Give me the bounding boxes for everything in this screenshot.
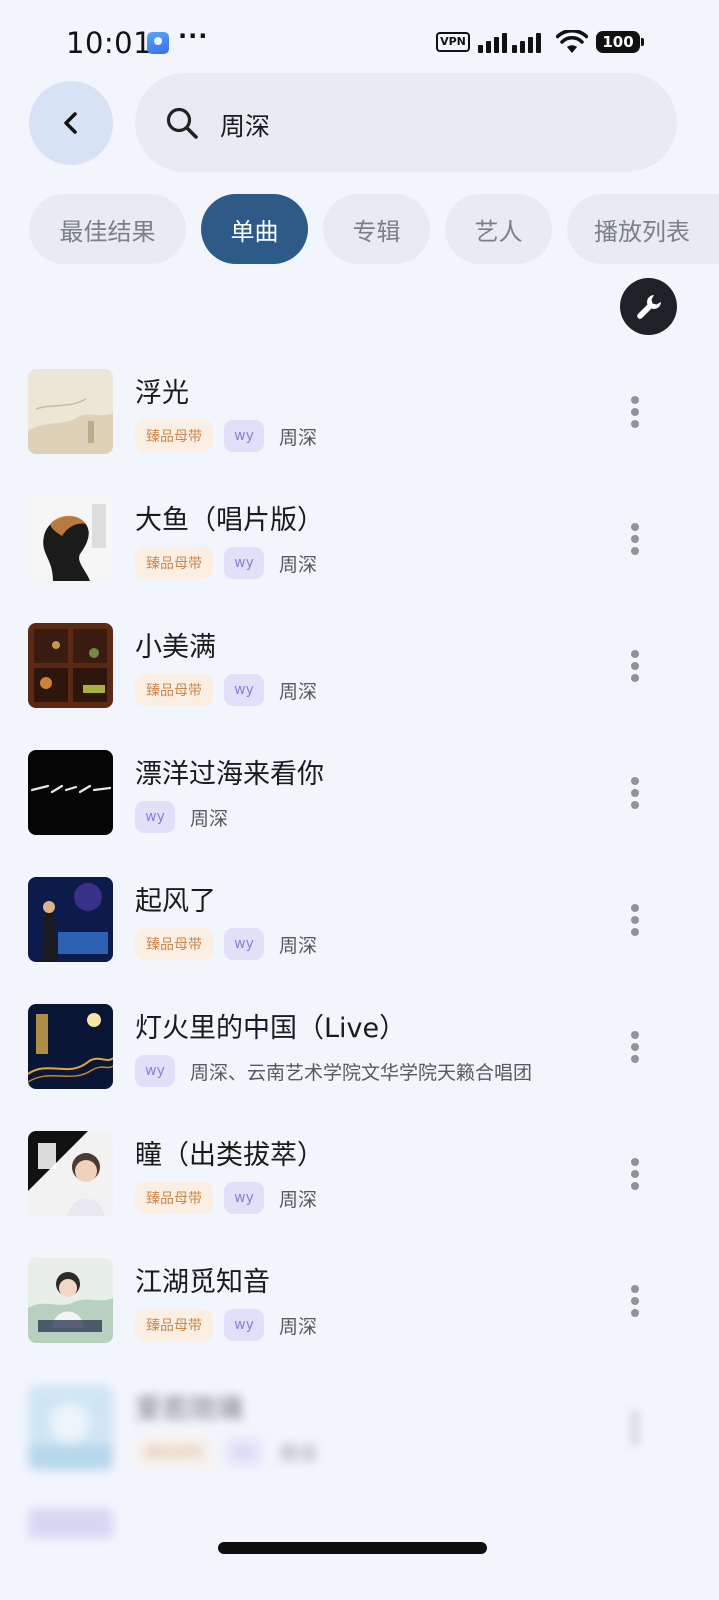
tab-artists[interactable]: 艺人	[445, 194, 552, 264]
tab-best-results[interactable]: 最佳结果	[29, 194, 186, 264]
premium-badge: 臻品母带	[135, 1436, 213, 1468]
song-title: 起风了	[135, 886, 216, 917]
source-badge: wy	[224, 1436, 264, 1468]
song-title: 瞳（出类拔萃）	[135, 1140, 324, 1171]
vpn-icon: VPN	[436, 32, 470, 52]
song-title: 大鱼（唱片版）	[135, 505, 324, 536]
song-title: 浮光	[135, 378, 189, 409]
chevron-left-icon	[64, 112, 77, 134]
album-cover	[28, 623, 113, 708]
more-options-icon[interactable]	[620, 1409, 650, 1449]
song-artist: 周深	[279, 680, 318, 703]
tool-button[interactable]	[620, 278, 677, 335]
album-cover	[28, 496, 113, 581]
list-item[interactable]: 起风了 臻品母带 wy 周深	[0, 877, 719, 977]
source-badge: wy	[224, 1182, 264, 1214]
more-options-icon[interactable]	[620, 1282, 650, 1322]
album-cover	[28, 1004, 113, 1089]
album-cover	[28, 1131, 113, 1216]
list-item[interactable]: 瞳（出类拔萃） 臻品母带 wy 周深	[0, 1131, 719, 1231]
app-notification-icon	[147, 32, 169, 54]
search-query: 周深	[220, 112, 271, 141]
song-title: 漂洋过海来看你	[135, 759, 324, 790]
song-artist: 周深	[279, 426, 318, 449]
premium-badge: 臻品母带	[135, 674, 213, 706]
source-badge: wy	[224, 928, 264, 960]
list-item[interactable]: 大鱼（唱片版） 臻品母带 wy 周深	[0, 496, 719, 596]
more-options-icon[interactable]	[620, 520, 650, 560]
song-artist: 周深、云南艺术学院文华学院天籁合唱团	[190, 1061, 533, 1084]
album-cover	[28, 1385, 113, 1470]
song-title: 灯火里的中国（Live）	[135, 1013, 407, 1044]
song-artist: 周深	[279, 934, 318, 957]
album-cover-partial	[28, 1508, 113, 1538]
more-options-icon[interactable]	[620, 901, 650, 941]
tab-albums[interactable]: 专辑	[323, 194, 430, 264]
back-button[interactable]	[29, 81, 113, 165]
more-options-icon[interactable]	[620, 647, 650, 687]
song-title: 爱若琉璃	[135, 1394, 243, 1425]
list-item[interactable]: 浮光 臻品母带 wy 周深	[0, 369, 719, 469]
song-title: 江湖觅知音	[135, 1267, 270, 1298]
premium-badge: 臻品母带	[135, 1182, 213, 1214]
premium-badge: 臻品母带	[135, 928, 213, 960]
list-item[interactable]: 江湖觅知音 臻品母带 wy 周深	[0, 1258, 719, 1358]
song-title: 小美满	[135, 632, 216, 663]
home-indicator[interactable]	[218, 1542, 487, 1554]
list-item[interactable]: 灯火里的中国（Live） wy 周深、云南艺术学院文华学院天籁合唱团	[0, 1004, 719, 1104]
song-artist: 周深	[279, 1442, 318, 1465]
more-options-icon[interactable]	[620, 1155, 650, 1195]
wifi-icon	[556, 30, 588, 53]
tab-songs[interactable]: 单曲	[201, 194, 308, 264]
battery-icon: 100	[596, 31, 644, 53]
search-icon	[166, 107, 198, 139]
source-badge: wy	[135, 1055, 175, 1087]
tab-playlists[interactable]: 播放列表	[567, 194, 719, 264]
source-badge: wy	[224, 1309, 264, 1341]
status-time: 10:01	[66, 26, 153, 60]
album-cover	[28, 369, 113, 454]
more-options-icon[interactable]	[620, 393, 650, 433]
song-artist: 周深	[279, 1188, 318, 1211]
album-cover	[28, 750, 113, 835]
list-item[interactable]: 小美满 臻品母带 wy 周深	[0, 623, 719, 723]
source-badge: wy	[224, 674, 264, 706]
premium-badge: 臻品母带	[135, 1309, 213, 1341]
source-badge: wy	[224, 547, 264, 579]
premium-badge: 臻品母带	[135, 420, 213, 452]
more-options-icon[interactable]	[620, 1028, 650, 1068]
song-artist: 周深	[279, 553, 318, 576]
song-artist: 周深	[190, 807, 229, 830]
more-notifications-icon: ···	[178, 22, 209, 50]
premium-badge: 臻品母带	[135, 547, 213, 579]
source-badge: wy	[135, 801, 175, 833]
list-item[interactable]: 漂洋过海来看你 wy 周深	[0, 750, 719, 850]
wrench-icon	[636, 294, 661, 319]
source-badge: wy	[224, 420, 264, 452]
more-options-icon[interactable]	[620, 774, 650, 814]
album-cover	[28, 877, 113, 962]
song-artist: 周深	[279, 1315, 318, 1338]
status-bar: 10:01 ··· VPN 100	[0, 0, 719, 80]
list-item[interactable]: 爱若琉璃 臻品母带 wy 周深	[0, 1385, 719, 1485]
search-input[interactable]: 周深	[135, 73, 677, 172]
album-cover	[28, 1258, 113, 1343]
